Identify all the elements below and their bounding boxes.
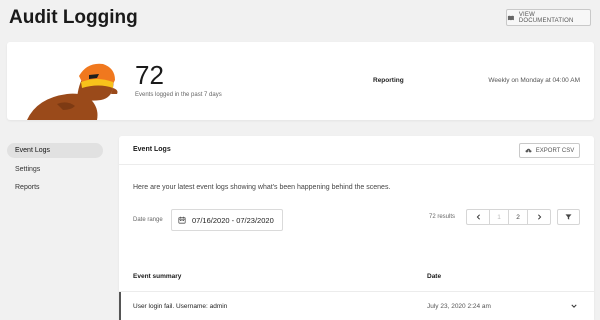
sidebar-item-reports[interactable]: Reports: [7, 180, 103, 195]
filter-icon: [565, 214, 572, 220]
book-icon: [507, 15, 514, 20]
column-header-event-summary: Event summary: [133, 273, 182, 280]
panel-title: Event Logs: [133, 146, 171, 153]
date-range-picker[interactable]: 07/16/2020 - 07/23/2020: [171, 209, 283, 231]
export-csv-button[interactable]: EXPORT CSV: [519, 143, 580, 158]
event-summary: User login fail. Username: admin: [133, 303, 228, 310]
reporting-label: Reporting: [373, 77, 404, 84]
intro-text: Here are your latest event logs showing …: [133, 184, 391, 191]
sidebar-item-event-logs[interactable]: Event Logs: [7, 143, 103, 158]
chevron-left-icon: [476, 214, 480, 220]
view-documentation-button[interactable]: VIEW DOCUMENTATION: [506, 9, 591, 26]
results-count: 72 results: [429, 214, 456, 220]
export-csv-label: EXPORT CSV: [535, 147, 575, 154]
events-count-label: Events logged in the past 7 days: [135, 92, 222, 98]
column-header-date: Date: [427, 273, 442, 280]
view-documentation-label: VIEW DOCUMENTATION: [518, 11, 574, 24]
reporting-schedule[interactable]: Weekly on Monday at 04:00 AM: [488, 77, 580, 84]
event-logs-panel: Event Logs EXPORT CSV Here are your late…: [119, 136, 594, 320]
event-date: July 23, 2020 2:24 am: [427, 303, 491, 310]
date-range-label: Date range: [133, 217, 163, 223]
events-count: 72: [135, 60, 164, 90]
calendar-icon: [178, 216, 186, 224]
chevron-right-icon: [537, 214, 541, 220]
summary-card: 72 Events logged in the past 7 days Repo…: [7, 42, 594, 120]
next-page-button[interactable]: [528, 210, 550, 224]
chevron-down-icon[interactable]: [571, 304, 577, 308]
date-range-value: 07/16/2020 - 07/23/2020: [192, 215, 274, 225]
divider: [119, 164, 594, 165]
page-title: Audit Logging: [9, 7, 138, 28]
current-page[interactable]: 1: [489, 210, 508, 224]
mascot-illustration: [27, 63, 118, 120]
prev-page-button[interactable]: [467, 210, 489, 224]
cloud-download-icon: [525, 148, 532, 153]
total-pages: 2: [508, 210, 528, 224]
filter-button[interactable]: [557, 209, 580, 225]
sidebar-item-settings[interactable]: Settings: [7, 162, 103, 177]
pagination: 1 2: [466, 209, 551, 225]
table-row[interactable]: User login fail. Username: admin July 23…: [119, 292, 594, 320]
